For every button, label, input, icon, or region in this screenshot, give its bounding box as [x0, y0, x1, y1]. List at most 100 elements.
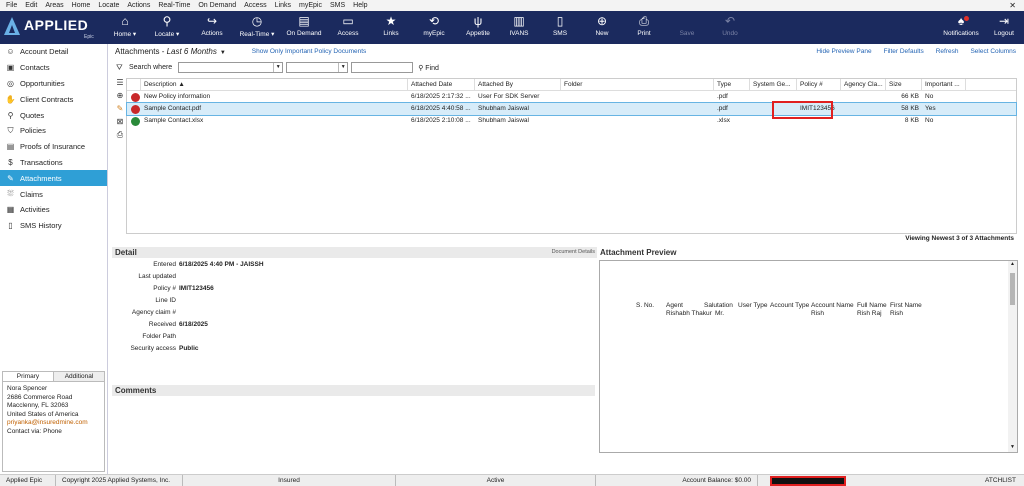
col-description[interactable]: Description ▲	[141, 79, 408, 90]
chevron-down-icon[interactable]: ▼	[220, 50, 226, 56]
menu-home[interactable]: Home	[68, 0, 95, 11]
shield-icon: ⛉	[7, 125, 14, 135]
table-row-selected[interactable]: Sample Contact.pdf 6/18/2025 4:40:58 ...…	[126, 102, 1017, 116]
col-agency-claim[interactable]: Agency Cla...	[841, 79, 886, 90]
scroll-up-icon[interactable]: ▲	[1008, 261, 1017, 269]
menu-ondemand[interactable]: On Demand	[194, 0, 240, 11]
hide-preview-link[interactable]: Hide Preview Pane	[816, 48, 871, 55]
appetite-button[interactable]: ψ Appetite	[464, 13, 492, 42]
links-button[interactable]: ★ Links	[382, 13, 400, 42]
col-system-generated[interactable]: System Ge...	[750, 79, 797, 90]
myepic-button[interactable]: ⟲ myEpic	[422, 13, 446, 42]
menu-areas[interactable]: Areas	[41, 0, 67, 11]
sidebar-item-proofs-of-insurance[interactable]: ▤ Proofs of Insurance	[0, 139, 107, 155]
important-docs-link[interactable]: Show Only Important Policy Documents	[252, 48, 367, 55]
scroll-down-icon[interactable]: ▼	[1008, 444, 1017, 452]
locate-button[interactable]: ⚲ Locate ▾	[152, 13, 182, 42]
delete-icon[interactable]: ⊠	[114, 117, 126, 130]
sms-button[interactable]: ▯ SMS	[552, 13, 568, 42]
document-icon: ▤	[298, 14, 310, 28]
received-value: 6/18/2025	[179, 321, 208, 328]
opportunities-icon: ◎	[7, 78, 14, 88]
select-columns-link[interactable]: Select Columns	[970, 48, 1016, 55]
sidebar-item-sms-history[interactable]: ▯ SMS History	[0, 218, 107, 234]
print-button[interactable]: ⎙ Print	[634, 13, 654, 42]
sidebar-item-client-contracts[interactable]: ✋ Client Contracts	[0, 91, 107, 107]
sidebar-item-account-detail[interactable]: ☺ Account Detail	[0, 44, 107, 60]
add-icon[interactable]: ⊕	[114, 91, 126, 104]
close-icon[interactable]: ✕	[1009, 1, 1024, 10]
period-selector[interactable]: Last 6 Months	[167, 47, 217, 56]
sidebar-item-activities[interactable]: ▦ Activities	[0, 202, 107, 218]
menu-edit[interactable]: Edit	[21, 0, 41, 11]
ondemand-button[interactable]: ▤ On Demand	[284, 13, 324, 42]
menu-file[interactable]: File	[0, 0, 21, 11]
actions-button[interactable]: ↪ Actions	[198, 13, 226, 42]
chart-icon: ▥	[513, 14, 525, 28]
dollar-icon: $	[8, 157, 13, 167]
list-icon[interactable]: ☰	[114, 78, 126, 91]
toolbar: APPLIED Epic ⌂ Home ▾ ⚲ Locate ▾ ↪ Actions …	[0, 11, 1024, 44]
viewing-count: Viewing Newest 3 of 3 Attachments	[905, 235, 1014, 242]
sidebar-item-contacts[interactable]: ▣ Contacts	[0, 60, 107, 76]
search-operator-select[interactable]: ▼	[286, 62, 349, 73]
realtime-button[interactable]: ◷ Real-Time ▾	[237, 13, 277, 42]
menu-access[interactable]: Access	[240, 0, 271, 11]
sidebar-item-transactions[interactable]: $ Transactions	[0, 155, 107, 171]
search-field-select[interactable]: ▼	[178, 62, 284, 73]
find-button[interactable]: ⚲ Find	[418, 64, 439, 72]
document-details-link[interactable]: Document Details	[552, 247, 595, 258]
col-policy[interactable]: Policy #	[797, 79, 841, 90]
search-value-input[interactable]	[351, 62, 414, 73]
col-size[interactable]: Size	[886, 79, 922, 90]
status-bar: Applied Epic Copyright 2025 Applied Syst…	[0, 474, 1024, 486]
sidebar-item-policies[interactable]: ⛉ Policies	[0, 123, 107, 139]
menu-actions[interactable]: Actions	[123, 0, 154, 11]
col-type[interactable]: Type	[714, 79, 750, 90]
undo-button[interactable]: ↶ Undo	[720, 13, 740, 42]
col-folder[interactable]: Folder	[561, 79, 714, 90]
ivans-button[interactable]: ▥ IVANS	[508, 13, 530, 42]
menu-locate[interactable]: Locate	[94, 0, 123, 11]
contact-email-link[interactable]: priyanka@insuredmine.com	[7, 419, 100, 428]
tab-primary[interactable]: Primary	[3, 372, 53, 381]
col-important[interactable]: Important ...	[922, 79, 966, 90]
col-attached-date[interactable]: Attached Date	[408, 79, 475, 90]
quotes-icon: ⚲	[7, 110, 14, 120]
col-attached-by[interactable]: Attached By	[475, 79, 561, 90]
refresh-link[interactable]: Refresh	[936, 48, 959, 55]
status-active: Active	[396, 475, 596, 486]
tab-additional[interactable]: Additional	[53, 372, 104, 381]
menu-sms[interactable]: SMS	[326, 0, 349, 11]
security-access-value: Public	[179, 345, 199, 352]
home-button[interactable]: ⌂ Home ▾	[113, 13, 137, 42]
filter-icon[interactable]: ⛛	[116, 63, 125, 73]
paperclip-icon: ✎	[7, 173, 14, 183]
sidebar-item-quotes[interactable]: ⚲ Quotes	[0, 107, 107, 123]
menu-myepic[interactable]: myEpic	[295, 0, 326, 11]
sidebar-item-claims[interactable]: ⛆ Claims	[0, 186, 107, 202]
handshake-icon: ✋	[5, 94, 16, 104]
table-row[interactable]: Sample Contact.xlsx 6/18/2025 2:10:08 ..…	[127, 115, 1016, 127]
save-button[interactable]: Save	[677, 13, 697, 42]
logout-button[interactable]: ⇥ Logout	[991, 13, 1017, 42]
menu-realtime[interactable]: Real-Time	[154, 0, 194, 11]
filter-defaults-link[interactable]: Filter Defaults	[884, 48, 924, 55]
preview-scrollbar[interactable]: ▲ ▼	[1008, 261, 1017, 452]
applied-logo: APPLIED Epic	[4, 15, 104, 41]
policy-highlight-box	[772, 101, 833, 119]
pdf-file-icon	[131, 104, 140, 114]
new-button[interactable]: ⊕ New	[593, 13, 611, 42]
logo-sub: Epic	[84, 34, 94, 40]
sidebar-item-opportunities[interactable]: ◎ Opportunities	[0, 76, 107, 92]
attachments-grid: Description ▲ Attached Date Attached By …	[126, 78, 1017, 234]
access-button[interactable]: ▭ Access	[336, 13, 360, 42]
notifications-button[interactable]: ♠ Notifications	[940, 13, 982, 42]
menu-links[interactable]: Links	[271, 0, 295, 11]
scroll-thumb[interactable]	[1010, 273, 1015, 305]
sidebar-item-attachments[interactable]: ✎ Attachments	[0, 170, 107, 187]
print-icon[interactable]: ⎙	[114, 130, 126, 143]
menu-help[interactable]: Help	[349, 0, 371, 11]
table-row[interactable]: New Policy information 6/18/2025 2:17:32…	[127, 91, 1016, 103]
edit-icon[interactable]: ✎	[114, 104, 126, 117]
